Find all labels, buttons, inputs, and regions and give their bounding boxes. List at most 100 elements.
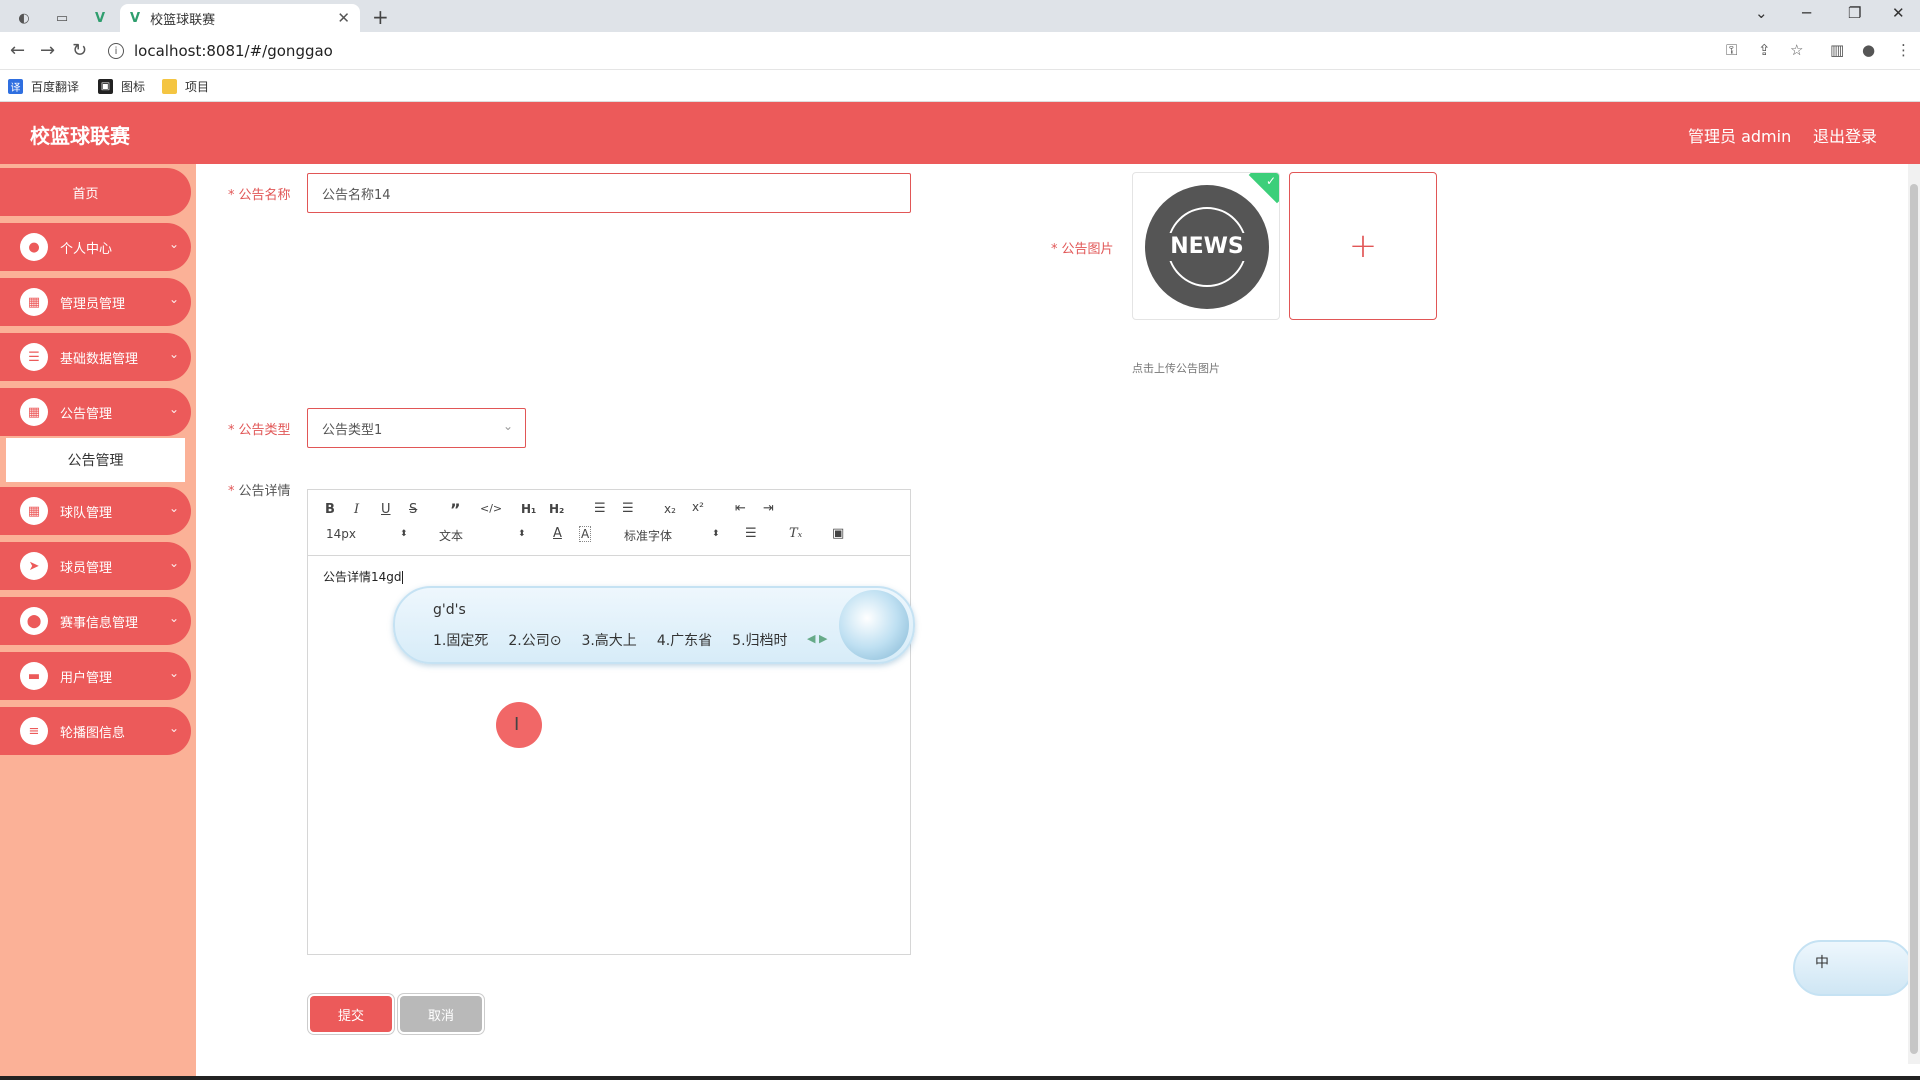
code-icon[interactable]: </> [480, 502, 502, 515]
browser-menu-icon[interactable]: ◐ [6, 6, 42, 30]
news-text: NEWS [1159, 233, 1255, 261]
tab-search-icon[interactable]: ⌄ [1755, 4, 1768, 22]
vue-favicon-icon: V [130, 10, 141, 26]
sidebar-item-personal-center[interactable]: ● 个人中心 ⌄ [0, 223, 191, 271]
underline-icon[interactable]: U [381, 502, 391, 517]
chevron-down-icon: ⌄ [168, 402, 179, 416]
upload-tip-text: 点击上传公告图片 [1132, 362, 1220, 375]
close-tab-icon[interactable]: ✕ [337, 9, 350, 27]
upload-add-button[interactable]: + [1289, 172, 1437, 320]
page-scrollbar[interactable] [1908, 164, 1920, 1064]
new-tab-icon[interactable]: + [372, 5, 389, 29]
background-color-icon[interactable]: A [579, 526, 592, 542]
ime-candidate[interactable]: 1.固定死 [433, 630, 488, 650]
star-icon[interactable]: ☆ [1790, 41, 1803, 59]
side-panel-icon[interactable]: ▥ [1830, 41, 1844, 59]
check-icon: ✓ [1265, 174, 1276, 188]
uploaded-image-thumbnail[interactable]: NEWS ✓ [1132, 172, 1280, 320]
outdent-icon[interactable]: ⇤ [735, 501, 746, 516]
required-asterisk: * [228, 484, 235, 499]
grid-icon: ▦ [20, 288, 48, 316]
key-icon[interactable]: ⚿ [1726, 41, 1737, 59]
editor-content[interactable]: 公告详情14gd [323, 568, 403, 585]
strikethrough-icon[interactable]: S [409, 502, 417, 517]
submit-button[interactable]: 提交 [310, 996, 392, 1032]
indent-icon[interactable]: ⇥ [763, 501, 774, 516]
clear-format-icon[interactable]: Tₓ [789, 526, 802, 541]
send-icon: ➤ [20, 552, 48, 580]
align-icon[interactable]: ☰ [745, 526, 757, 541]
rich-text-editor[interactable]: B I U S ” </> H₁ H₂ ☰ ☰ x₂ x² ⇤ ⇥ 14px ⬍… [307, 489, 911, 955]
up-down-icon: ⬍ [400, 529, 408, 539]
notice-type-select[interactable]: 公告类型1 ⌄ [307, 408, 526, 448]
site-info-icon[interactable]: i [108, 43, 124, 59]
ime-candidate[interactable]: 5.归档时 [732, 630, 787, 650]
bold-icon[interactable]: B [325, 502, 335, 517]
reload-icon[interactable]: ↻ [72, 40, 87, 61]
insert-image-icon[interactable]: ▣ [832, 526, 844, 541]
location-pin-icon: ⬤ [20, 607, 48, 635]
font-color-icon[interactable]: A [553, 526, 562, 541]
ime-page-arrows-icon[interactable]: ◀ ▶ [807, 632, 827, 645]
cancel-button[interactable]: 取消 [400, 996, 482, 1032]
ime-skin-decoration-icon [839, 590, 909, 660]
profile-icon[interactable]: ● [1862, 41, 1875, 59]
sidebar-item-notice-management[interactable]: ▦ 公告管理 ⌄ [0, 388, 191, 436]
sidebar-item-player-management[interactable]: ➤ 球员管理 ⌄ [0, 542, 191, 590]
bullet-list-icon[interactable]: ☰ [622, 501, 634, 516]
up-down-icon: ⬍ [518, 529, 526, 539]
mouse-cursor-highlight: I [496, 702, 542, 748]
font-family-select[interactable]: 标准字体 ⬍ [624, 527, 720, 544]
heading2-icon[interactable]: H₂ [549, 502, 564, 516]
more-icon[interactable]: ⋮ [1896, 41, 1911, 59]
address-bar-row: ← → ↻ i localhost:8081/#/gonggao ⚿ ⇪ ☆ ▥… [0, 32, 1920, 70]
back-icon[interactable]: ← [10, 40, 25, 61]
sidebar-item-carousel-info[interactable]: ≡ 轮播图信息 ⌄ [0, 707, 191, 755]
notice-name-input[interactable]: 公告名称14 [307, 173, 911, 213]
notice-name-label: * 公告名称 [228, 188, 291, 203]
sidebar-item-label: 赛事信息管理 [60, 615, 139, 631]
notice-type-label: * 公告类型 [228, 423, 291, 438]
tab-group-icon[interactable]: ▭ [44, 6, 80, 30]
url-text: localhost:8081/#/gonggao [134, 42, 333, 60]
grid-icon: ▦ [20, 497, 48, 525]
forward-icon[interactable]: → [40, 40, 55, 61]
notice-detail-label: * 公告详情 [228, 484, 291, 499]
browser-tab-active[interactable]: V 校篮球联赛 ✕ [120, 4, 360, 32]
sidebar-item-team-management[interactable]: ▦ 球队管理 ⌄ [0, 487, 191, 535]
sidebar-item-home[interactable]: 首页 [0, 168, 191, 216]
italic-icon[interactable]: I [354, 502, 359, 517]
url-input[interactable]: i localhost:8081/#/gonggao [108, 37, 1808, 65]
share-icon[interactable]: ⇪ [1758, 41, 1771, 59]
submenu-item-notice-management[interactable]: 公告管理 [6, 438, 185, 482]
ime-candidate[interactable]: 4.广东省 [657, 630, 712, 650]
editor-toolbar: B I U S ” </> H₁ H₂ ☰ ☰ x₂ x² ⇤ ⇥ 14px ⬍… [308, 490, 910, 556]
chevron-down-icon: ⌄ [168, 666, 179, 680]
sidebar-item-basic-data[interactable]: ☰ 基础数据管理 ⌄ [0, 333, 191, 381]
scrollbar-thumb[interactable] [1910, 184, 1918, 1054]
sidebar-item-match-info[interactable]: ⬤ 赛事信息管理 ⌄ [0, 597, 191, 645]
ime-candidate[interactable]: 2.公司⊙ [508, 630, 561, 650]
superscript-icon[interactable]: x² [692, 500, 704, 514]
bookmark-icons[interactable]: ▣ 图标 [98, 78, 145, 95]
subscript-icon[interactable]: x₂ [664, 502, 676, 516]
close-window-icon[interactable]: ✕ [1892, 4, 1905, 22]
logout-link[interactable]: 退出登录 [1813, 123, 1877, 147]
pinned-tab-vue-icon[interactable]: V [82, 6, 118, 30]
font-size-select[interactable]: 14px ⬍ [326, 527, 408, 541]
sliders-icon: ≡ [20, 717, 48, 745]
block-format-select[interactable]: 文本 ⬍ [439, 527, 526, 544]
ime-status-bar[interactable]: 中 [1793, 940, 1913, 996]
heading1-icon[interactable]: H₁ [521, 502, 536, 516]
sidebar-item-admin-management[interactable]: ▦ 管理员管理 ⌄ [0, 278, 191, 326]
bookmark-baidu-translate[interactable]: 译 百度翻译 [8, 78, 79, 95]
admin-user-label: 管理员 admin [1688, 127, 1792, 146]
required-asterisk: * [1051, 242, 1058, 257]
minimize-icon[interactable]: ─ [1802, 4, 1811, 22]
blockquote-icon[interactable]: ” [450, 500, 461, 519]
sidebar-item-user-management[interactable]: ▬ 用户管理 ⌄ [0, 652, 191, 700]
restore-icon[interactable]: ❐ [1848, 4, 1861, 22]
ordered-list-icon[interactable]: ☰ [594, 501, 606, 516]
bookmark-project[interactable]: 项目 [162, 78, 209, 95]
ime-candidate[interactable]: 3.高大上 [581, 630, 636, 650]
